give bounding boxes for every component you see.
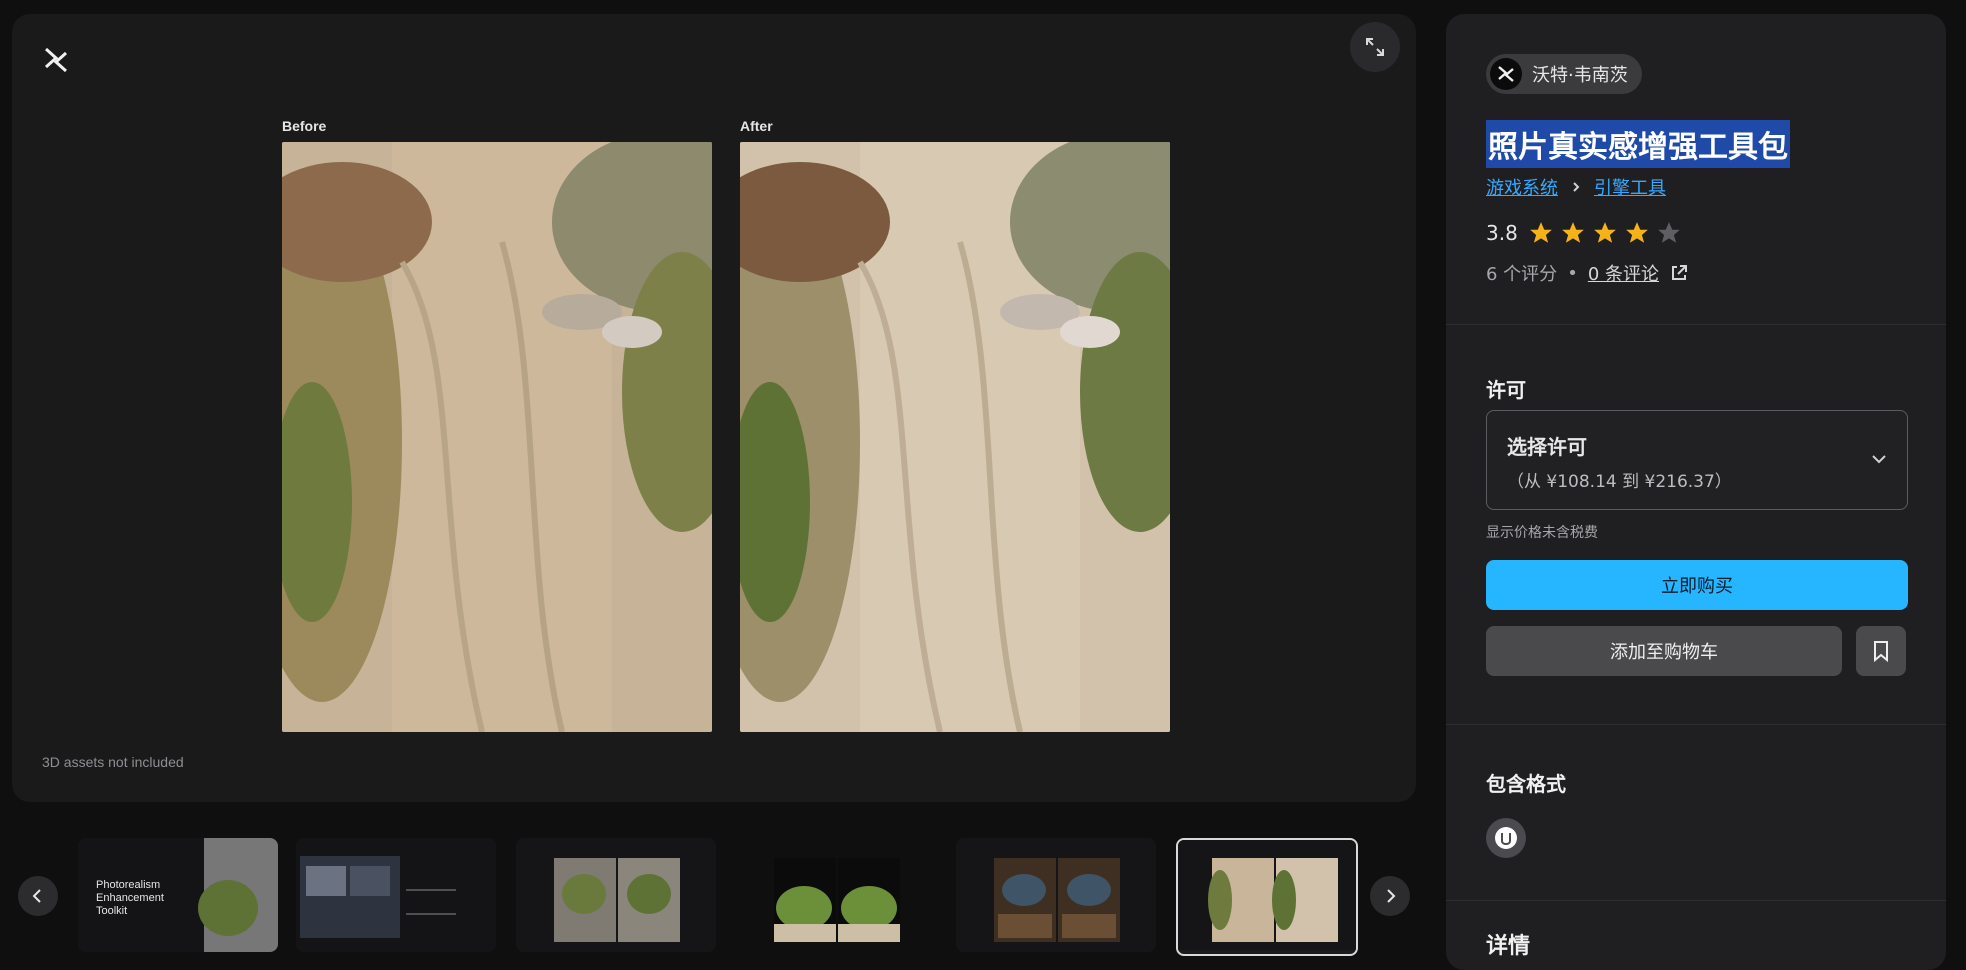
rating-row: 3.8: [1486, 220, 1682, 246]
fullscreen-button[interactable]: [1350, 22, 1400, 72]
seller-logo-icon: [1498, 66, 1514, 82]
bookmark-icon: [1874, 641, 1888, 662]
thumbnail-4-preview: [736, 838, 936, 952]
thumbnails-next-button[interactable]: [1370, 876, 1410, 916]
license-select[interactable]: 选择许可 （从 ¥108.14 到 ¥216.37）: [1486, 410, 1908, 510]
before-image: [242, 132, 772, 733]
license-heading: 许可: [1486, 378, 1526, 402]
separator-dot: •: [1567, 262, 1578, 284]
breadcrumb: 游戏系统 引擎工具: [1486, 174, 1666, 200]
product-title: 照片真实感增强工具包: [1486, 120, 1790, 168]
thumbnail-1-caption-line-2: Enhancement: [96, 892, 164, 904]
formats-section: 包含格式: [1446, 724, 1946, 901]
thumbnail-3[interactable]: [516, 838, 716, 952]
star-empty-icon: [1657, 222, 1680, 243]
media-viewer: Before After 3D assets not included: [12, 14, 1416, 802]
buy-now-button[interactable]: 立即购买: [1486, 560, 1908, 610]
unreal-engine-icon: [1486, 818, 1526, 858]
unreal-engine-logo: [1495, 827, 1517, 849]
thumbnail-3-preview: [516, 838, 716, 952]
seller-avatar: [1490, 58, 1522, 90]
tax-note: 显示价格未含税费: [1486, 525, 1598, 541]
thumbnail-4[interactable]: [736, 838, 936, 952]
star-icon: [1529, 222, 1552, 243]
after-image: [700, 132, 1230, 733]
thumbnail-6-preview: [1178, 840, 1356, 950]
breadcrumb-item-game-systems[interactable]: 游戏系统: [1486, 174, 1558, 200]
thumbnail-2-preview: [296, 838, 496, 952]
thumbnail-1-preview: Photorealism Enhancement Toolkit: [78, 838, 278, 952]
chevron-left-icon: [32, 889, 41, 903]
thumbnail-1-caption-line-1: Photorealism: [96, 879, 160, 891]
license-section: 许可 选择许可 （从 ¥108.14 到 ¥216.37） 显示价格未含税费 立…: [1446, 324, 1946, 725]
thumbnail-1-caption-line-3: Toolkit: [96, 905, 127, 917]
seller-chip[interactable]: 沃特·韦南茨: [1486, 54, 1642, 94]
chevron-down-icon: [1872, 455, 1886, 464]
license-select-title: 选择许可: [1507, 435, 1587, 459]
ratings-and-reviews: 6 个评分 • 0 条评论: [1486, 260, 1689, 286]
product-sidebar: 沃特·韦南茨 照片真实感增强工具包 游戏系统 引擎工具 3.8 6 个评分 • …: [1446, 14, 1946, 970]
license-price-range: （从 ¥108.14 到 ¥216.37）: [1507, 472, 1732, 492]
thumbnail-6-active[interactable]: [1176, 838, 1358, 956]
thumbnail-strip: Photorealism Enhancement Toolkit: [0, 812, 1420, 970]
after-panel: After: [700, 118, 1230, 736]
product-summary-section: 沃特·韦南茨 照片真实感增强工具包 游戏系统 引擎工具 3.8 6 个评分 • …: [1446, 14, 1946, 325]
seller-name: 沃特·韦南茨: [1532, 65, 1628, 86]
brand-logo-icon: [44, 47, 68, 73]
chevron-right-icon: [1573, 182, 1580, 192]
wishlist-button[interactable]: [1856, 626, 1906, 676]
rating-count: 6 个评分: [1486, 264, 1558, 285]
thumbnail-5[interactable]: [956, 838, 1156, 952]
reviews-link[interactable]: 0 条评论: [1588, 260, 1659, 286]
add-to-cart-button[interactable]: 添加至购物车: [1486, 626, 1842, 676]
rating-value: 3.8: [1486, 221, 1518, 245]
breadcrumb-item-engine-tools[interactable]: 引擎工具: [1594, 174, 1666, 200]
formats-heading: 包含格式: [1486, 772, 1566, 796]
thumbnail-1[interactable]: Photorealism Enhancement Toolkit: [78, 838, 278, 952]
before-label: Before: [282, 118, 327, 134]
star-icon: [1625, 222, 1648, 243]
details-heading: 详情: [1486, 934, 1531, 959]
before-panel: Before: [242, 118, 772, 736]
assets-note: 3D assets not included: [42, 754, 184, 770]
thumbnail-2[interactable]: [296, 838, 496, 952]
thumbnails-prev-button[interactable]: [18, 876, 58, 916]
external-link-icon[interactable]: [1669, 263, 1689, 283]
star-icon: [1561, 222, 1584, 243]
chevron-right-icon: [1387, 889, 1396, 903]
after-label: After: [740, 118, 773, 134]
expand-icon: [1366, 38, 1384, 56]
star-icon: [1593, 222, 1616, 243]
thumbnail-5-preview: [956, 838, 1156, 952]
